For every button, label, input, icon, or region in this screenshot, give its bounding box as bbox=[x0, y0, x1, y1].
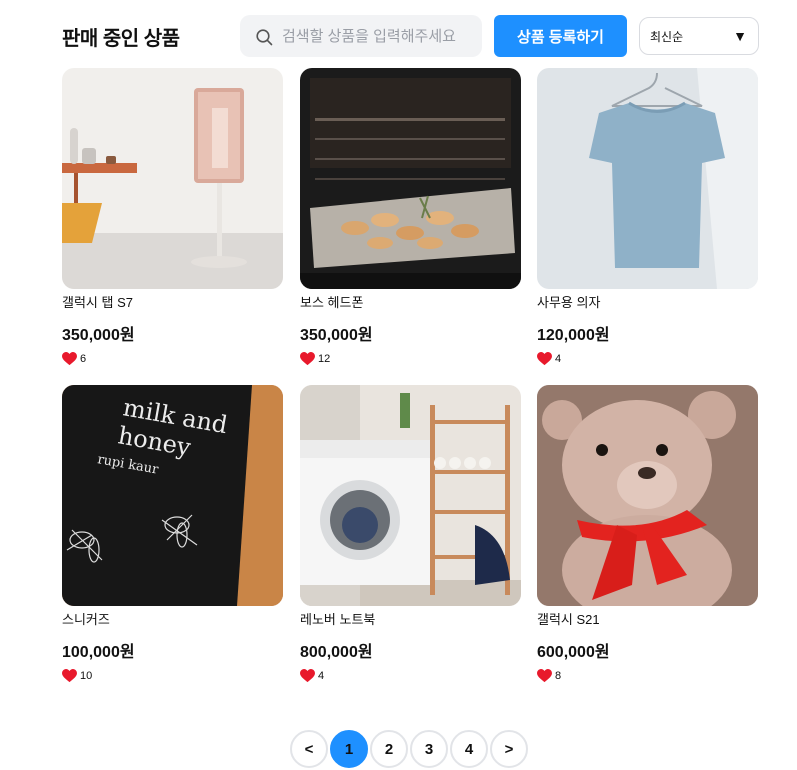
like-count: 6 bbox=[62, 352, 86, 366]
page-title: 판매 중인 상품 bbox=[62, 28, 180, 50]
washing-machine-photo-icon bbox=[300, 385, 521, 606]
product-name[interactable]: 레노버 노트북 bbox=[300, 609, 375, 628]
like-count-value: 10 bbox=[80, 670, 93, 682]
like-count-value: 4 bbox=[555, 353, 562, 365]
product-image[interactable] bbox=[62, 68, 283, 289]
oven-bread-photo-icon bbox=[300, 68, 521, 289]
search-input[interactable] bbox=[282, 27, 472, 45]
like-count: 12 bbox=[300, 352, 330, 366]
like-count: 8 bbox=[537, 669, 561, 683]
product-card[interactable]: 갤럭시 S21 600,000원 8 bbox=[537, 385, 759, 685]
product-image[interactable] bbox=[300, 385, 521, 606]
product-name[interactable]: 스니커즈 bbox=[62, 609, 110, 628]
product-image[interactable] bbox=[300, 68, 521, 289]
like-count-value: 4 bbox=[318, 670, 325, 682]
heart-icon bbox=[300, 352, 315, 366]
product-price: 800,000원 bbox=[300, 644, 373, 661]
like-count-value: 6 bbox=[80, 353, 87, 365]
page-button-3[interactable]: 3 bbox=[410, 730, 448, 768]
heart-icon bbox=[300, 669, 315, 683]
like-count-value: 12 bbox=[318, 353, 331, 365]
product-card[interactable]: 사무용 의자 120,000원 4 bbox=[537, 68, 759, 368]
like-count: 4 bbox=[300, 669, 324, 683]
next-page-button[interactable]: > bbox=[490, 730, 528, 768]
product-image[interactable]: milk and honey rupi kaur bbox=[62, 385, 283, 606]
heart-icon bbox=[62, 669, 77, 683]
like-count: 10 bbox=[62, 669, 92, 683]
dropdown-arrow-icon: ▼ bbox=[733, 28, 747, 44]
page-button-4[interactable]: 4 bbox=[450, 730, 488, 768]
sort-selected-label: 최신순 bbox=[650, 29, 684, 44]
product-card[interactable]: 레노버 노트북 800,000원 4 bbox=[300, 385, 522, 685]
search-icon bbox=[256, 29, 273, 46]
product-price: 600,000원 bbox=[537, 644, 610, 661]
register-product-button[interactable]: 상품 등록하기 bbox=[494, 15, 627, 57]
page-button-1[interactable]: 1 bbox=[330, 730, 368, 768]
standing-display-photo-icon bbox=[62, 68, 283, 289]
heart-icon bbox=[62, 352, 77, 366]
search-bar[interactable] bbox=[240, 15, 482, 57]
product-name[interactable]: 갤럭시 탭 S7 bbox=[62, 292, 133, 311]
heart-icon bbox=[537, 669, 552, 683]
header: 판매 중인 상품 상품 등록하기 최신순 ▼ bbox=[0, 0, 797, 68]
teddy-bear-photo-icon bbox=[537, 385, 758, 606]
like-count: 4 bbox=[537, 352, 561, 366]
pagination: < 1 2 3 4 > bbox=[290, 730, 528, 770]
page-button-2[interactable]: 2 bbox=[370, 730, 408, 768]
product-price: 100,000원 bbox=[62, 644, 135, 661]
product-card[interactable]: milk and honey rupi kaur 스니커즈 100,000원 1… bbox=[62, 385, 284, 685]
product-name[interactable]: 갤럭시 S21 bbox=[537, 609, 600, 628]
product-card[interactable]: 보스 헤드폰 350,000원 12 bbox=[300, 68, 522, 368]
prev-page-button[interactable]: < bbox=[290, 730, 328, 768]
product-image[interactable] bbox=[537, 385, 758, 606]
product-price: 350,000원 bbox=[300, 327, 373, 344]
like-count-value: 8 bbox=[555, 670, 562, 682]
product-name[interactable]: 보스 헤드폰 bbox=[300, 292, 363, 311]
heart-icon bbox=[537, 352, 552, 366]
tshirt-hanger-photo-icon bbox=[537, 68, 758, 289]
product-name[interactable]: 사무용 의자 bbox=[537, 292, 600, 311]
product-card[interactable]: 갤럭시 탭 S7 350,000원 6 bbox=[62, 68, 284, 368]
sort-dropdown[interactable]: 최신순 ▼ bbox=[639, 17, 759, 55]
product-price: 350,000원 bbox=[62, 327, 135, 344]
product-image[interactable] bbox=[537, 68, 758, 289]
book-cover-photo-icon: milk and honey rupi kaur bbox=[62, 385, 283, 606]
product-price: 120,000원 bbox=[537, 327, 610, 344]
